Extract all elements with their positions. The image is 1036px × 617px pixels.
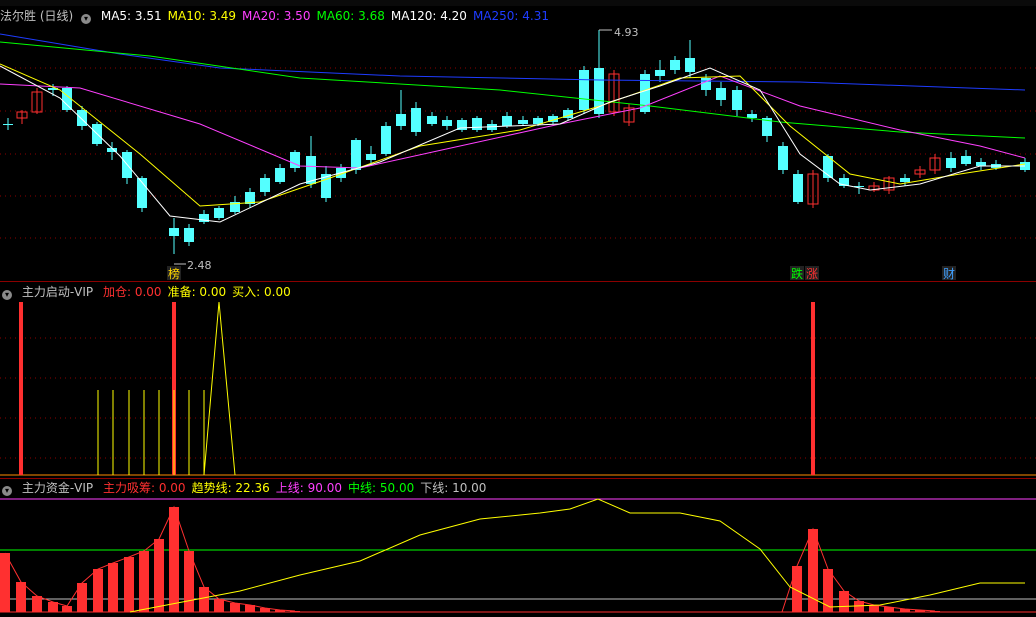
- fund-bar: [854, 601, 864, 612]
- ma250-line: [0, 33, 1026, 91]
- candle-body: [275, 168, 285, 182]
- candle-body: [184, 228, 194, 242]
- indicator2-chart[interactable]: [0, 479, 1036, 617]
- fund-bar: [808, 529, 818, 612]
- event-tag: 财: [943, 267, 955, 281]
- candle-body: [793, 174, 803, 202]
- candle-body: [900, 178, 910, 182]
- signal-bar-red: [19, 302, 23, 475]
- candle-body: [411, 108, 421, 132]
- fund-bar: [154, 539, 164, 612]
- ma10-line: [0, 63, 1026, 207]
- fund-bar: [77, 583, 87, 612]
- ma5-line: [0, 65, 1025, 223]
- event-tag: 涨: [806, 266, 818, 281]
- candle-body: [214, 208, 224, 218]
- low-price-label: 2.48: [187, 259, 212, 272]
- candle-body: [685, 58, 695, 72]
- fund-bar: [62, 606, 72, 612]
- buy-signal-line: [203, 301, 236, 476]
- candle-body: [366, 154, 376, 160]
- fund-bar: [169, 507, 179, 612]
- candle-body: [655, 70, 665, 76]
- candle-body: [169, 228, 179, 236]
- main-chart-panel[interactable]: 法尔胜 (日线) ▾ MA5: 3.51 MA10: 3.49 MA20: 3.50…: [0, 6, 1036, 281]
- fund-bar: [230, 603, 240, 612]
- fund-bar: [214, 599, 224, 612]
- candle-body: [716, 88, 726, 100]
- candle-body: [3, 124, 13, 125]
- candle-body: [732, 90, 742, 110]
- signal-bar-red: [811, 302, 815, 475]
- fund-curve-right: [781, 527, 936, 613]
- fund-bar: [869, 605, 879, 612]
- candle-body: [472, 118, 482, 130]
- fund-bar: [839, 591, 849, 612]
- candle-body: [502, 116, 512, 126]
- candle-body: [351, 140, 361, 170]
- ma20-line: [0, 75, 1026, 169]
- candle-body: [396, 114, 406, 126]
- indicator1-chart[interactable]: [0, 282, 1036, 478]
- candlestick-chart[interactable]: 4.93 2.48 榜 跌涨 财: [0, 6, 1036, 281]
- candle-body: [442, 120, 452, 126]
- fund-bar: [199, 587, 209, 612]
- trend-line: [129, 498, 1025, 613]
- fund-bar: [32, 596, 42, 612]
- indicator1-panel[interactable]: ▾ 主力启动-VIP 加仓: 0.00 准备: 0.00 买入: 0.00: [0, 282, 1036, 478]
- fund-curve-left: [4, 505, 296, 612]
- candle-body: [77, 110, 87, 126]
- candle-body: [946, 158, 956, 168]
- candle-body: [381, 126, 391, 154]
- candle-body: [778, 146, 788, 170]
- fund-bar: [124, 557, 134, 612]
- candle-body: [747, 114, 757, 118]
- indicator2-panel[interactable]: ▾ 主力资金-VIP 主力吸筹: 0.00 趋势线: 22.36 上线: 90.00…: [0, 479, 1036, 617]
- candle-body: [260, 178, 270, 192]
- fund-bar: [139, 551, 149, 612]
- high-price-label: 4.93: [614, 26, 639, 39]
- fund-bar: [16, 582, 26, 612]
- fund-bar: [108, 563, 118, 612]
- fund-bar: [0, 553, 10, 612]
- candle-body: [579, 70, 589, 110]
- candle-body: [518, 120, 528, 124]
- candle-body: [670, 60, 680, 70]
- event-tag: 跌: [791, 266, 803, 281]
- fund-bar: [93, 569, 103, 612]
- event-tag: 榜: [168, 266, 180, 281]
- candle-body: [427, 116, 437, 124]
- candle-body: [961, 156, 971, 164]
- candle-body: [976, 162, 986, 166]
